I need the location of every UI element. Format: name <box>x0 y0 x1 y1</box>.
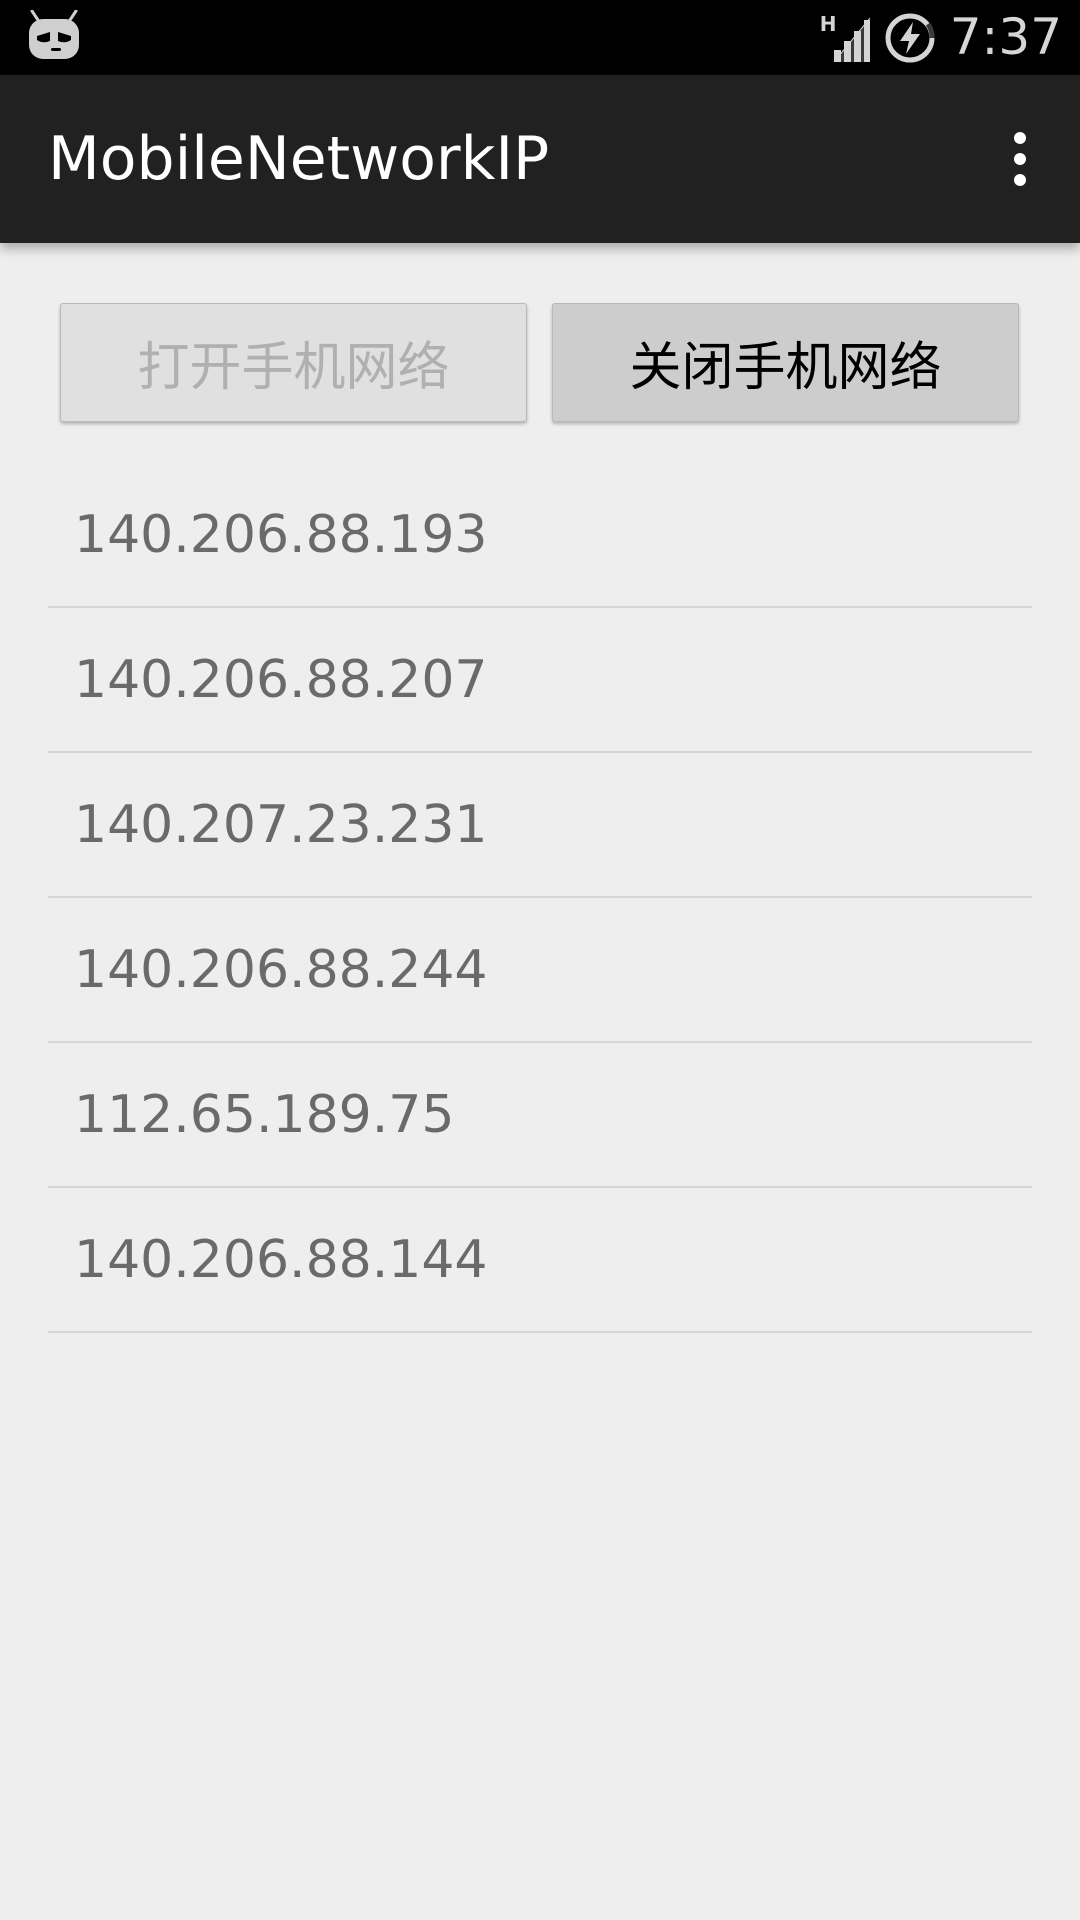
app-title: MobileNetworkIP <box>48 124 550 194</box>
battery-charging-icon <box>884 12 936 64</box>
menu-dot <box>1014 153 1026 165</box>
cyanogenmod-bot-icon <box>26 9 82 62</box>
menu-dot <box>1014 174 1026 186</box>
list-item[interactable]: 140.206.88.207 <box>48 608 1032 753</box>
status-time: 7:37 <box>949 8 1062 66</box>
ip-list: 140.206.88.193 140.206.88.207 140.207.23… <box>48 463 1032 1333</box>
status-bar: H 7:37 <box>0 0 1080 75</box>
list-item[interactable]: 140.206.88.144 <box>48 1188 1032 1333</box>
cell-signal-icon: H <box>820 14 870 62</box>
action-bar: MobileNetworkIP <box>0 75 1080 243</box>
list-item[interactable]: 140.207.23.231 <box>48 753 1032 898</box>
menu-dot <box>1014 132 1026 144</box>
close-mobile-network-button[interactable]: 关闭手机网络 <box>552 303 1019 422</box>
status-icons: H 7:37 <box>820 0 1062 75</box>
list-item[interactable]: 140.206.88.244 <box>48 898 1032 1043</box>
open-mobile-network-button[interactable]: 打开手机网络 <box>60 303 527 422</box>
list-item[interactable]: 112.65.189.75 <box>48 1043 1032 1188</box>
more-vertical-icon[interactable] <box>990 119 1050 199</box>
list-item[interactable]: 140.206.88.193 <box>48 463 1032 608</box>
